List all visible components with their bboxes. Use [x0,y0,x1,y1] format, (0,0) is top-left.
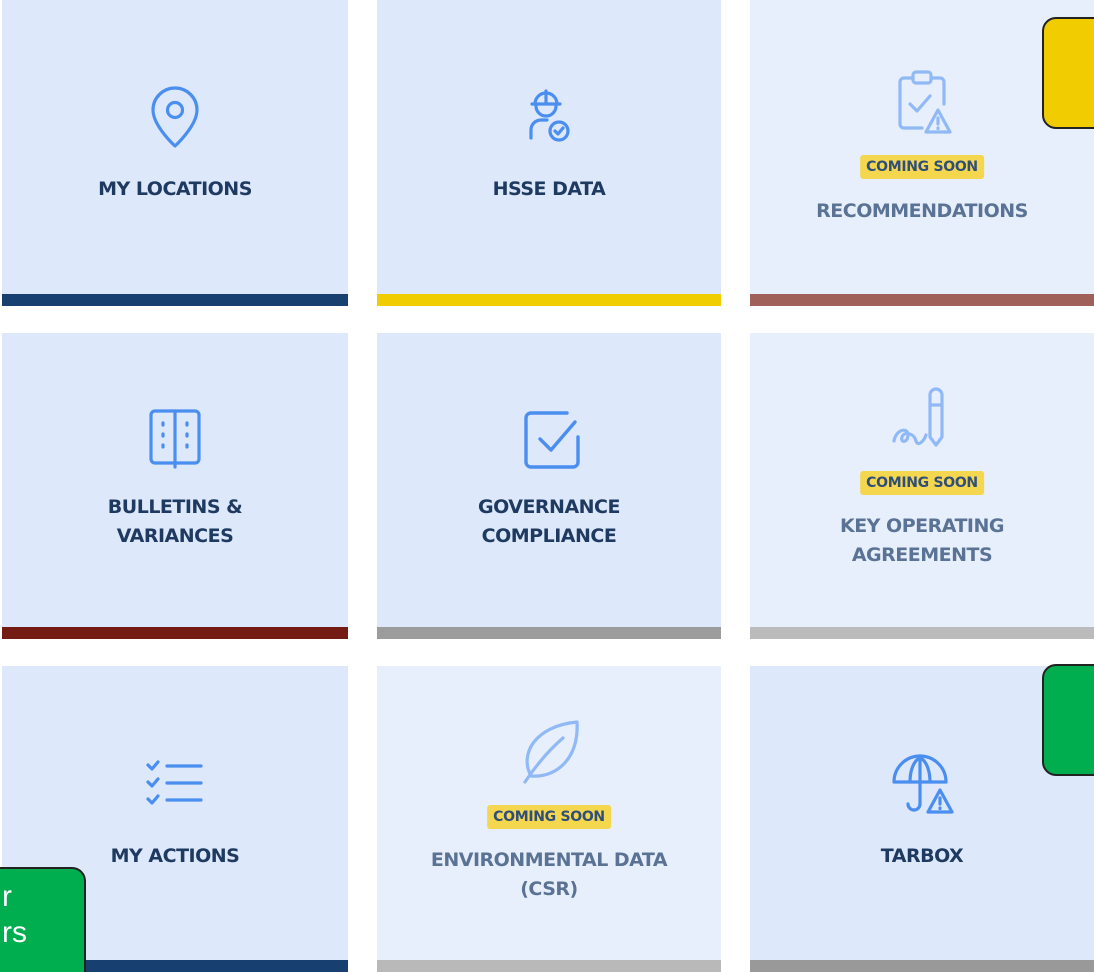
callout-line: rs [2,916,27,949]
tile-accent-bar [2,627,348,639]
tile-label: KEY OPERATING AGREEMENTS [839,515,1005,566]
clipboard-check-warning-icon [886,66,958,138]
tile-label: TARBOX [880,845,964,867]
tile-label: ENVIRONMENTAL DATA (CSR) [430,849,668,900]
tile-label: HSSE DATA [492,178,606,200]
umbrella-warning-icon [886,748,958,820]
green-callout-box-right [1042,664,1094,776]
tile-label: MY LOCATIONS [98,178,252,200]
tile-accent-bar [377,294,721,306]
tile-accent-bar [2,294,348,306]
coming-soon-badge: COMING SOON [860,155,984,179]
tile-label: BULLETINS & VARIANCES [107,496,243,547]
coming-soon-badge: COMING SOON [487,805,611,829]
yellow-callout-box [1042,17,1094,129]
map-pin-icon [139,82,211,154]
tile-governance-compliance[interactable]: GOVERNANCE COMPLIANCE [377,333,721,639]
tile-label: RECOMMENDATIONS [816,200,1028,222]
tile-hsse-data[interactable]: HSSE DATA [377,0,721,306]
callout-line: r [2,880,12,913]
open-book-icon [139,401,211,473]
tile-key-operating-agreements[interactable]: COMING SOON KEY OPERATING AGREEMENTS [750,333,1094,639]
callout-text: r rs [0,869,84,951]
tile-label: GOVERNANCE COMPLIANCE [478,496,620,547]
leaf-icon [513,714,585,786]
hardhat-worker-check-icon [513,82,585,154]
checkbox-icon [513,401,585,473]
tile-accent-bar [377,627,721,639]
tile-accent-bar [750,627,1094,639]
tile-accent-bar [750,960,1094,972]
tile-environmental-data[interactable]: COMING SOON ENVIRONMENTAL DATA (CSR) [377,666,721,972]
tile-accent-bar [750,294,1094,306]
tile-my-locations[interactable]: MY LOCATIONS [2,0,348,306]
pen-signature-icon [886,385,958,457]
green-callout-box-left: r rs [0,867,86,972]
checklist-icon [139,749,211,821]
coming-soon-badge: COMING SOON [860,471,984,495]
tile-accent-bar [377,960,721,972]
tile-bulletins-variances[interactable]: BULLETINS & VARIANCES [2,333,348,639]
